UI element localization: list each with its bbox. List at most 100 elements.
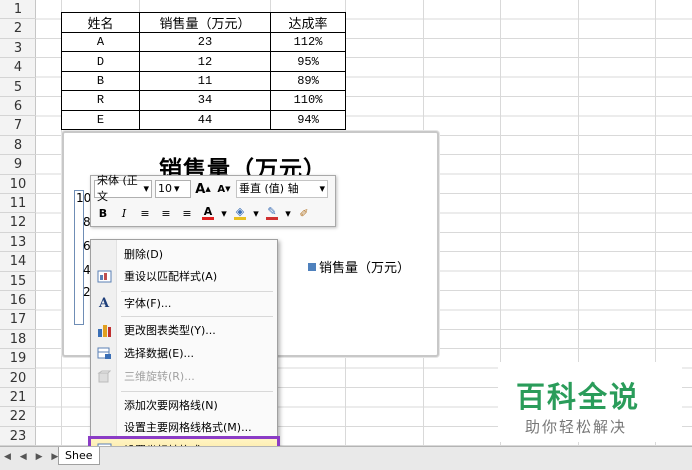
chart-legend[interactable]: 销售量（万元） [308,257,410,276]
bold-button[interactable]: B [94,204,112,222]
3d-rotation-icon [91,365,117,387]
row-number[interactable]: 2 [0,19,36,39]
row-number[interactable]: 15 [0,272,36,291]
menu-item-font[interactable]: A 字体(F)... [91,292,277,314]
table-cell[interactable]: 89% [270,70,346,92]
table-cell[interactable]: A [61,31,140,53]
reset-style-icon [91,265,117,287]
table-cell[interactable]: B [61,70,140,92]
table-cell[interactable]: E [61,109,140,130]
sheet-tab[interactable]: Shee [58,447,100,465]
row-number[interactable]: 18 [0,330,36,350]
table-cell[interactable]: D [61,51,140,72]
table-row: B 11 89% [61,70,346,92]
font-color-icon: A [203,204,213,218]
font-name-select[interactable]: 宋体 (正文 ▾ [94,174,152,203]
table-cell[interactable]: R [61,90,140,111]
font-color-button[interactable]: A [199,204,217,222]
select-data-icon [91,342,117,364]
table-cell[interactable]: 110% [270,90,346,111]
row-number[interactable]: 21 [0,388,36,408]
row-number[interactable]: 9 [0,155,36,175]
font-size-value: 10 [158,182,172,195]
gridlines-icon [91,394,117,416]
menu-item-delete[interactable]: 删除(D) [91,243,277,265]
row-number[interactable]: 6 [0,97,36,117]
row-number[interactable]: 23 [0,427,36,447]
format-painter-icon[interactable]: ✐ [295,204,313,222]
format-gridlines-icon [91,416,117,438]
chevron-down-icon[interactable]: ▾ [252,204,260,222]
legend-label: 销售量（万元） [319,261,411,276]
grow-font-button[interactable]: A ▲ [194,180,212,198]
table-cell[interactable]: 11 [139,70,271,92]
context-menu: 删除(D) 重设以匹配样式(A) A 字体(F)... 更改图表类型(Y)...… [88,239,280,465]
row-number[interactable]: 22 [0,407,36,427]
row-number[interactable]: 16 [0,291,36,311]
menu-item-select-data[interactable]: 选择数据(E)... [91,342,277,364]
menu-item-label: 删除(D) [124,248,164,261]
fill-color-swatch [234,216,246,220]
menu-item-label: 设置主要网格线格式(M)... [124,421,252,434]
menu-item-label: 选择数据(E)... [124,347,195,360]
table-cell[interactable]: 34 [139,90,271,111]
table-header-rate[interactable]: 达成率 [270,12,346,33]
align-center-icon[interactable]: ≡ [157,204,175,222]
menu-separator [121,391,273,392]
chevron-down-icon[interactable]: ▾ [220,204,228,222]
chevron-down-icon[interactable]: ▾ [284,204,292,222]
row-number[interactable]: 19 [0,349,36,369]
menu-item-change-chart-type[interactable]: 更改图表类型(Y)... [91,319,277,341]
table-header-name[interactable]: 姓名 [61,12,140,33]
shrink-font-button[interactable]: A ▼ [215,180,233,198]
chart-element-value: 垂直 (值) 轴 [239,182,299,195]
vertical-axis-selection[interactable] [74,190,84,325]
watermark-title: 百科全说 [516,380,641,414]
sheet-tab-bar: ◀ ◀ ▶ ▶| Shee [0,446,692,470]
table-cell[interactable]: 12 [139,51,271,72]
align-left-icon[interactable]: ≡ [136,204,154,222]
table-row: A 23 112% [61,31,346,53]
menu-item-format-major-gridlines[interactable]: 设置主要网格线格式(M)... [91,416,277,438]
table-cell[interactable]: 44 [139,109,271,130]
row-number[interactable]: 5 [0,78,36,97]
row-number[interactable]: 17 [0,310,36,330]
table-cell[interactable]: 112% [270,31,346,53]
row-number[interactable]: 3 [0,39,36,59]
row-number[interactable]: 20 [0,369,36,388]
row-number[interactable]: 14 [0,252,36,272]
row-number[interactable]: 4 [0,58,36,78]
row-number[interactable]: 11 [0,194,36,214]
shrink-font-icon: A [217,183,226,195]
row-number[interactable]: 13 [0,233,36,253]
align-right-icon[interactable]: ≡ [178,204,196,222]
font-size-select[interactable]: 10 ▾ [155,180,191,198]
menu-item-label: 添加次要网格线(N) [124,399,218,412]
table-cell[interactable]: 94% [270,109,346,130]
chevron-down-icon: ▾ [174,182,180,195]
table-row: E 44 94% [61,109,346,130]
menu-item-label: 更改图表类型(Y)... [124,324,216,337]
row-number[interactable]: 8 [0,136,36,156]
table-cell[interactable]: 23 [139,31,271,53]
row-number[interactable]: 1 [0,0,36,20]
mini-toolbar-row-1: 宋体 (正文 ▾ 10 ▾ A ▲ A ▼ 垂直 (值) 轴 ▾ [94,174,328,203]
fill-color-button[interactable]: ◈ [231,204,249,222]
chart-element-select[interactable]: 垂直 (值) 轴 ▾ [236,180,328,198]
mini-toolbar-row-2: B I ≡ ≡ ≡ A ▾ ◈ ▾ ✎ ▾ ✐ [94,202,313,224]
menu-item-reset-style[interactable]: 重设以匹配样式(A) [91,265,277,287]
line-color-swatch [266,216,278,220]
paint-bucket-icon: ◈ [235,204,245,218]
font-color-swatch [202,216,214,220]
line-color-button[interactable]: ✎ [263,204,281,222]
sales-table: 姓名 销售量（万元） 达成率 A 23 112% D 12 95% B 11 8… [61,12,346,130]
row-number[interactable]: 7 [0,116,36,136]
row-number[interactable]: 10 [0,175,36,194]
bar-chart-icon [91,319,117,341]
menu-item-add-minor-gridlines[interactable]: 添加次要网格线(N) [91,394,277,416]
table-header-sales[interactable]: 销售量（万元） [139,12,271,33]
table-cell[interactable]: 95% [270,51,346,72]
pencil-icon: ✎ [267,204,277,218]
row-number[interactable]: 12 [0,213,36,233]
italic-button[interactable]: I [115,204,133,222]
